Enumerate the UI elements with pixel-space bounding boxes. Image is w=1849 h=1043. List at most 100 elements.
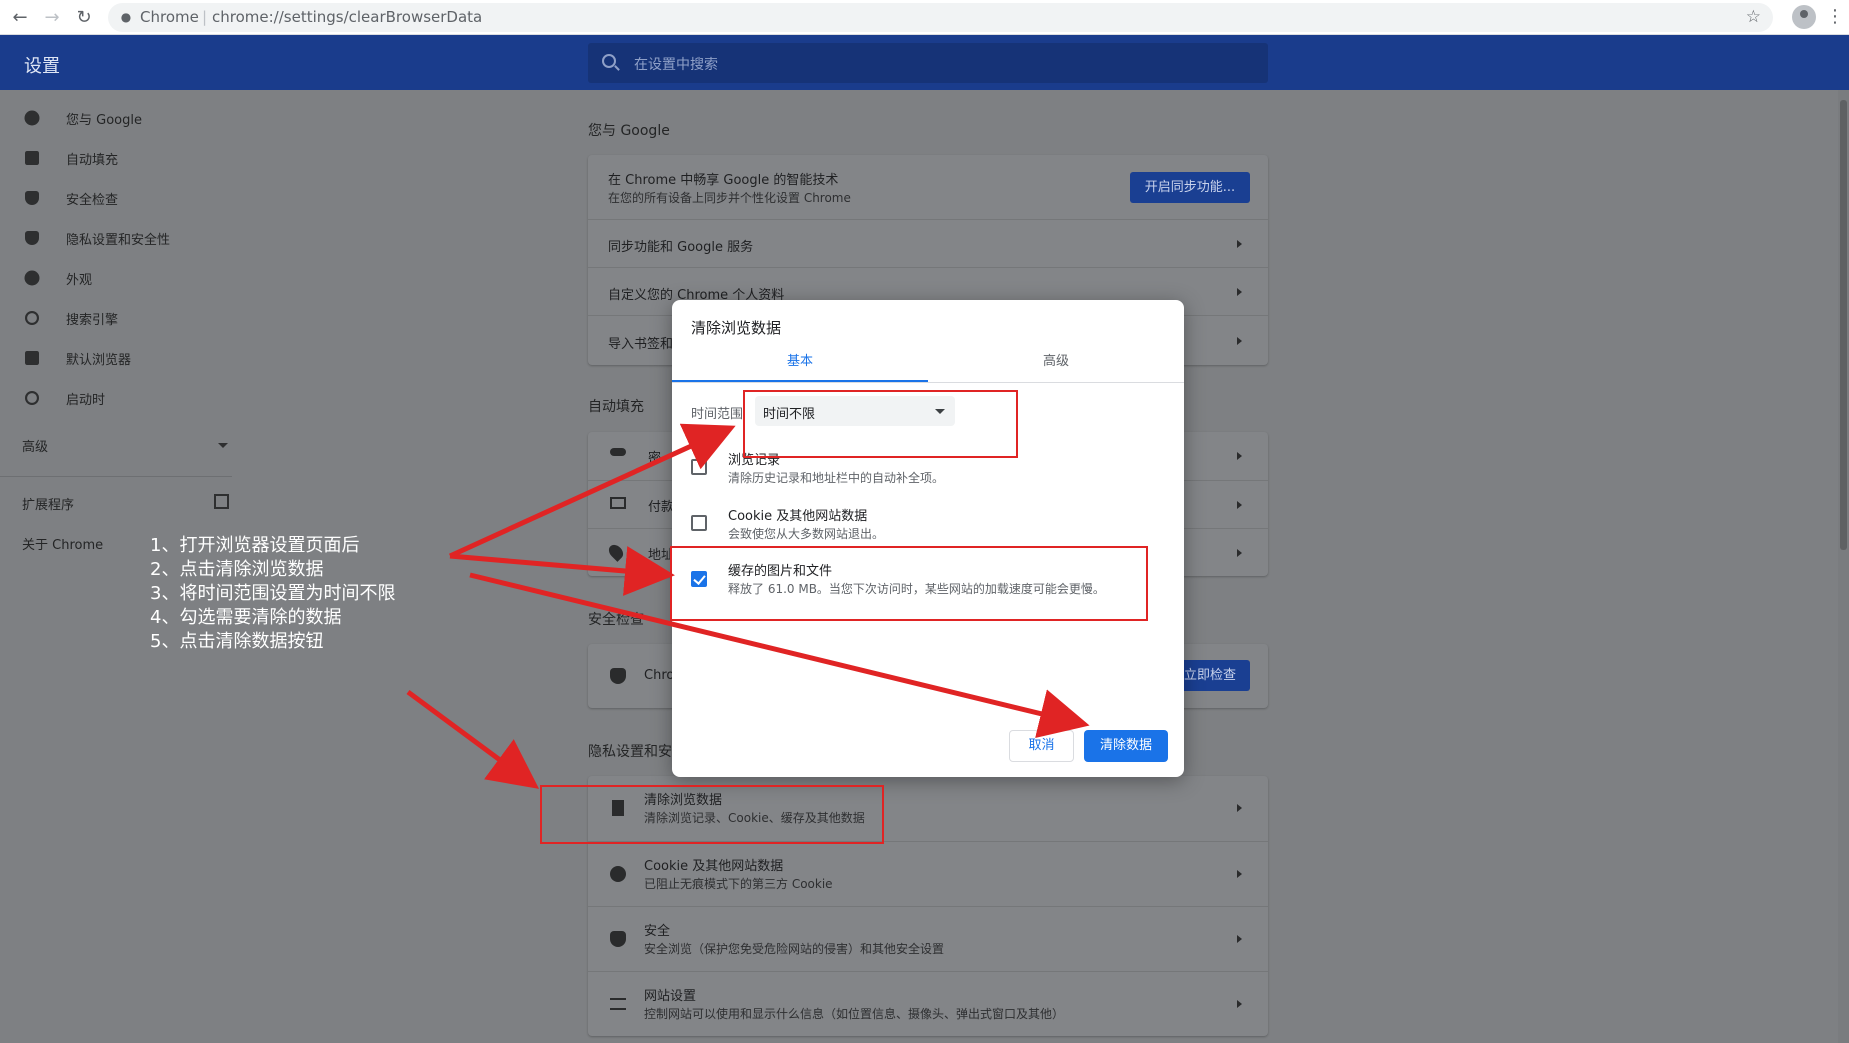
clear-data-button[interactable]: 清除数据 — [1084, 730, 1168, 762]
row-title: 安全 — [644, 924, 671, 939]
address-bar[interactable]: ● Chrome | chrome://settings/clearBrowse… — [108, 3, 1773, 32]
arrow-right-icon — [1237, 240, 1242, 248]
external-link-icon[interactable] — [214, 494, 229, 509]
sidebar-item-appearance[interactable]: 外观 — [22, 263, 92, 293]
instruction-step: 2、点击清除浏览数据 — [150, 559, 324, 580]
option-cookies-sub: 会致使您从大多数网站退出。 — [728, 527, 885, 541]
row-sync-services[interactable]: 同步功能和 Google 服务 — [588, 219, 1268, 267]
dialog-title: 清除浏览数据 — [691, 319, 782, 337]
tab-divider — [672, 382, 1184, 383]
person-icon — [24, 110, 40, 126]
location-pin-icon — [606, 542, 626, 562]
highlight-time-range — [743, 390, 1018, 458]
row-label: 导入书签和 — [608, 337, 674, 352]
sidebar-item-you-google[interactable]: 您与 Google — [22, 103, 142, 133]
power-icon — [25, 391, 39, 405]
highlight-cache-option — [670, 546, 1148, 621]
sidebar-advanced-label: 高级 — [22, 439, 49, 455]
option-cookies-title: Cookie 及其他网站数据 — [728, 509, 868, 524]
scrollbar-thumb[interactable] — [1840, 100, 1847, 550]
sidebar-item-about[interactable]: 关于 Chrome — [22, 528, 103, 558]
bookmark-star-icon[interactable]: ☆ — [1746, 7, 1761, 27]
row-sub: 已阻止无痕模式下的第三方 Cookie — [644, 877, 833, 891]
shield-icon — [610, 931, 626, 947]
sidebar-item-label: 安全检查 — [66, 192, 119, 208]
checkbox-cookies[interactable] — [691, 515, 707, 531]
row-label: 密 — [648, 451, 662, 466]
row-title: 网站设置 — [644, 989, 697, 1004]
forward-arrow-icon[interactable]: → — [40, 6, 64, 30]
arrow-right-icon — [1237, 452, 1242, 460]
sidebar-item-privacy[interactable]: 隐私设置和安全性 — [22, 223, 170, 253]
page-title: 设置 — [24, 56, 60, 77]
shield-check-icon — [25, 191, 39, 205]
reload-icon[interactable]: ↻ — [72, 6, 96, 30]
section-title-autofill: 自动填充 — [588, 399, 644, 415]
more-menu-icon[interactable]: ⋮ — [1826, 5, 1844, 29]
row-sub: 控制网站可以使用和显示什么信息（如位置信息、摄像头、弹出式窗口及其他） — [644, 1007, 1065, 1021]
cancel-button[interactable]: 取消 — [1009, 730, 1074, 762]
sidebar-item-default-browser[interactable]: 默认浏览器 — [22, 343, 131, 373]
browser-toolbar: ← → ↻ ● Chrome | chrome://settings/clear… — [0, 0, 1849, 35]
highlight-clear-browsing-row — [540, 785, 884, 844]
tune-icon — [610, 998, 626, 1010]
sidebar-item-on-startup[interactable]: 启动时 — [22, 383, 105, 413]
arrow-right-icon — [1237, 1000, 1242, 1008]
chevron-down-icon[interactable] — [218, 443, 228, 448]
clipboard-icon — [25, 151, 39, 165]
arrow-right-icon — [1237, 288, 1242, 296]
search-icon — [602, 54, 616, 68]
arrow-right-icon — [1237, 549, 1242, 557]
checkbox-history[interactable] — [691, 459, 707, 475]
row-cookies[interactable]: Cookie 及其他网站数据 已阻止无痕模式下的第三方 Cookie — [588, 841, 1268, 906]
profile-avatar-icon[interactable] — [1792, 5, 1816, 29]
search-placeholder: 在设置中搜索 — [634, 57, 718, 73]
sync-promo-sub: 在您的所有设备上同步并个性化设置 Chrome — [608, 191, 851, 205]
clear-browsing-data-dialog: 清除浏览数据 基本 高级 时间范围 时间不限 浏览记录 清除历史记录和地址栏中的… — [672, 300, 1184, 777]
sidebar-item-label: 外观 — [66, 272, 93, 288]
back-arrow-icon[interactable]: ← — [8, 6, 32, 30]
instruction-step: 4、勾选需要清除的数据 — [150, 607, 342, 628]
row-security[interactable]: 安全 安全浏览（保护您免受危险网站的侵害）和其他安全设置 — [588, 906, 1268, 971]
safety-row-label: Chro — [644, 668, 675, 683]
sidebar-item-safety-check[interactable]: 安全检查 — [22, 183, 118, 213]
site-info-icon[interactable]: ● — [118, 9, 134, 25]
palette-icon — [24, 270, 40, 286]
sidebar-item-search-engine[interactable]: 搜索引擎 — [22, 303, 118, 333]
scrollbar[interactable] — [1838, 90, 1849, 1043]
turn-on-sync-button[interactable]: 开启同步功能... — [1130, 172, 1250, 203]
browser-icon — [25, 351, 39, 365]
sidebar-item-advanced[interactable]: 高级 — [22, 430, 48, 460]
arrow-right-icon — [1237, 870, 1242, 878]
shield-check-icon — [610, 668, 626, 684]
tab-advanced[interactable]: 高级 — [928, 342, 1184, 382]
row-site-settings[interactable]: 网站设置 控制网站可以使用和显示什么信息（如位置信息、摄像头、弹出式窗口及其他） — [588, 971, 1268, 1036]
arrow-right-icon — [1237, 804, 1242, 812]
url-text[interactable]: chrome://settings/clearBrowserData — [212, 8, 482, 26]
site-label: Chrome — [140, 8, 199, 26]
sidebar-item-autofill[interactable]: 自动填充 — [22, 143, 118, 173]
tutorial-instructions: 1、打开浏览器设置页面后 2、点击清除浏览数据 3、将时间范围设置为时间不限 4… — [150, 534, 395, 654]
instruction-step: 5、点击清除数据按钮 — [150, 631, 324, 652]
sidebar-item-label: 搜索引擎 — [66, 312, 119, 328]
section-title-you-google: 您与 Google — [588, 123, 670, 139]
arrow-right-icon — [1237, 935, 1242, 943]
sidebar-item-label: 隐私设置和安全性 — [66, 232, 171, 248]
sidebar-item-label: 启动时 — [66, 392, 106, 408]
key-icon — [610, 448, 626, 456]
section-title-safety: 安全检查 — [588, 612, 644, 628]
sidebar-extensions-label: 扩展程序 — [22, 497, 75, 513]
sidebar-item-extensions[interactable]: 扩展程序 — [22, 488, 74, 518]
tab-basic[interactable]: 基本 — [672, 342, 928, 382]
section-title-privacy: 隐私设置和安 — [588, 744, 672, 760]
search-icon — [25, 311, 39, 325]
shield-icon — [25, 231, 39, 245]
instruction-step: 3、将时间范围设置为时间不限 — [150, 583, 396, 604]
instruction-step: 1、打开浏览器设置页面后 — [150, 535, 360, 556]
row-label: 付款 — [648, 500, 675, 515]
sidebar-about-label: 关于 Chrome — [22, 537, 104, 553]
sync-promo-title: 在 Chrome 中畅享 Google 的智能技术 — [608, 173, 839, 188]
cookie-icon — [610, 866, 626, 882]
settings-search-input[interactable]: 在设置中搜索 — [588, 43, 1268, 83]
arrow-right-icon — [1237, 337, 1242, 345]
